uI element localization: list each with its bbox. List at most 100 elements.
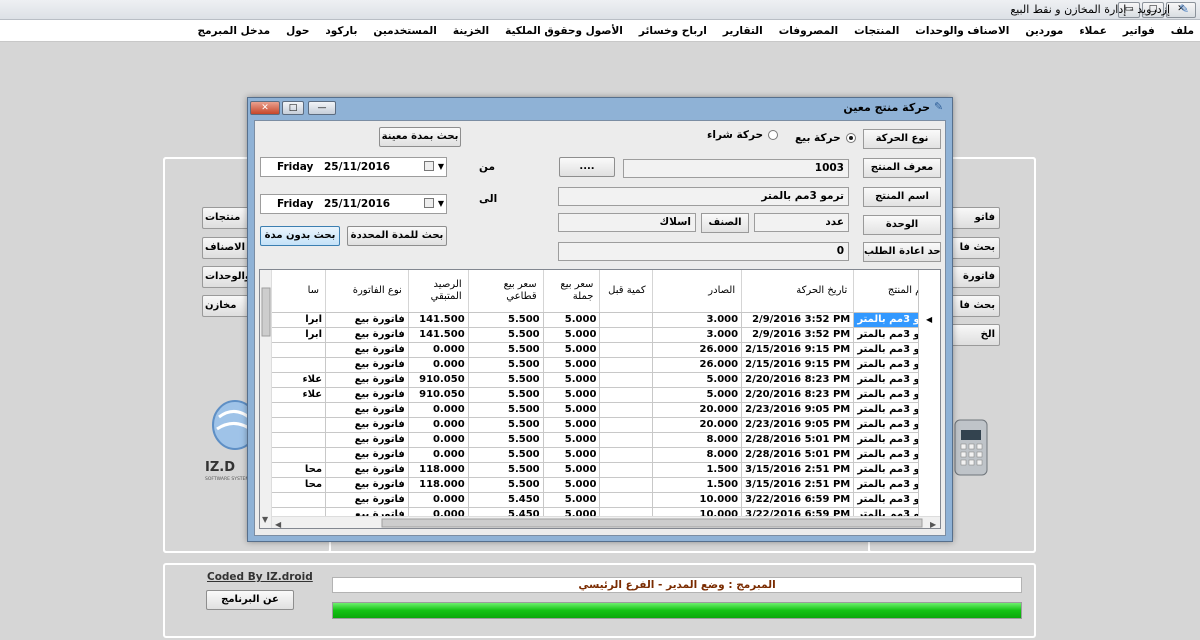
bg-right-button-1[interactable]: بحث فا xyxy=(945,237,1000,259)
cell-inv_type[interactable]: فاتورة بيع xyxy=(325,357,409,373)
cell-inv_type[interactable]: فاتورة بيع xyxy=(325,312,409,328)
cell-qty_before[interactable] xyxy=(599,372,653,388)
cell-qty_before[interactable] xyxy=(599,342,653,358)
cell-date[interactable]: 2/9/2016 3:52 PM xyxy=(741,327,855,343)
cell-wholesale[interactable]: 5.000 xyxy=(543,387,601,403)
cell-qty_before[interactable] xyxy=(599,402,653,418)
cell-balance[interactable]: 141.500 xyxy=(408,327,469,343)
cell-retail[interactable]: 5.450 xyxy=(468,492,544,508)
cell-qty_before[interactable] xyxy=(599,432,653,448)
cell-date[interactable]: 2/23/2016 9:05 PM xyxy=(741,417,855,433)
cell-balance[interactable]: 0.000 xyxy=(408,492,469,508)
search-selected-period-button[interactable]: بحث للمدة المحددة xyxy=(347,226,447,246)
cell-qty_before[interactable] xyxy=(599,327,653,343)
dialog-close-button[interactable]: ✕ xyxy=(250,101,280,115)
menu-item-0[interactable]: ملف xyxy=(1171,25,1194,37)
menu-item-11[interactable]: المستخدمين xyxy=(373,25,436,37)
cell-balance[interactable]: 0.000 xyxy=(408,432,469,448)
purchase-movement-radio[interactable]: حركة شراء xyxy=(707,129,779,141)
cell-retail[interactable]: 5.500 xyxy=(468,447,544,463)
cell-out[interactable]: 5.000 xyxy=(652,387,743,403)
cell-out[interactable]: 3.000 xyxy=(652,327,743,343)
menu-item-13[interactable]: حول xyxy=(286,25,309,37)
col-header-6[interactable]: الرصيد المتبقي xyxy=(408,270,469,313)
cell-balance[interactable]: 118.000 xyxy=(408,462,469,478)
table-row[interactable]: فاتورة بيع 0.000 5.500 5.000 8.000 2/28/2016 … xyxy=(272,432,940,448)
cell-balance[interactable]: 0.000 xyxy=(408,417,469,433)
table-row[interactable]: فاتورة بيع 0.000 5.500 5.000 20.000 2/23/2016… xyxy=(272,417,940,433)
menu-item-10[interactable]: الخزينة xyxy=(453,25,489,37)
cell-date[interactable]: 2/15/2016 9:15 PM xyxy=(741,357,855,373)
search-period-button[interactable]: بحث بمدة معينة xyxy=(379,127,461,147)
cell-qty_before[interactable] xyxy=(599,462,653,478)
cell-extra[interactable] xyxy=(284,402,327,418)
product-name-field[interactable]: ترمو 3مم بالمتر xyxy=(558,187,849,206)
table-row[interactable]: علاء فاتورة بيع 910.050 5.500 5.000 5.000 2/20… xyxy=(272,387,940,403)
cell-date[interactable]: 2/20/2016 8:23 PM xyxy=(741,372,855,388)
cell-wholesale[interactable]: 5.000 xyxy=(543,432,601,448)
bg-right-button-2[interactable]: فاتورة xyxy=(945,266,1000,288)
cell-balance[interactable]: 0.000 xyxy=(408,447,469,463)
cell-retail[interactable]: 5.500 xyxy=(468,432,544,448)
col-header-4[interactable]: سعر بيع جملة xyxy=(543,270,601,313)
table-row[interactable]: فاتورة بيع 0.000 5.450 5.000 10.000 3/22/2016… xyxy=(272,492,940,508)
reorder-limit-field[interactable]: 0 xyxy=(558,242,849,261)
menu-item-8[interactable]: ارباح وخسائر xyxy=(639,25,707,37)
cell-inv_type[interactable]: فاتورة بيع xyxy=(325,417,409,433)
cell-date[interactable]: 3/15/2016 2:51 PM xyxy=(741,477,855,493)
cell-extra[interactable] xyxy=(284,417,327,433)
table-row[interactable]: فاتورة بيع 0.000 5.500 5.000 26.000 2/15/2016… xyxy=(272,357,940,373)
menu-item-14[interactable]: مدخل المبرمج xyxy=(197,25,270,37)
cell-out[interactable]: 8.000 xyxy=(652,432,743,448)
cell-date[interactable]: 3/15/2016 2:51 PM xyxy=(741,462,855,478)
cell-extra[interactable]: محا xyxy=(284,462,327,478)
col-header-3[interactable]: كمية قبل xyxy=(599,270,653,313)
dialog-maximize-button[interactable]: □ xyxy=(282,101,304,115)
sale-movement-radio[interactable]: حركة بيع xyxy=(795,132,856,144)
cell-inv_type[interactable]: فاتورة بيع xyxy=(325,492,409,508)
cell-balance[interactable]: 0.000 xyxy=(408,342,469,358)
cell-extra[interactable] xyxy=(284,492,327,508)
cell-wholesale[interactable]: 5.000 xyxy=(543,492,601,508)
coded-by-link[interactable]: Coded By IZ.droid xyxy=(207,571,313,583)
col-header-8[interactable]: سا xyxy=(284,270,327,313)
date-to-picker[interactable]: Friday 25/11/2016 ▼ xyxy=(260,194,447,214)
cell-date[interactable]: 2/20/2016 8:23 PM xyxy=(741,387,855,403)
table-row[interactable]: ابرا فاتورة بيع 141.500 5.500 5.000 3.000 2/9/… xyxy=(272,312,940,328)
cell-out[interactable]: 26.000 xyxy=(652,342,743,358)
cell-qty_before[interactable] xyxy=(599,417,653,433)
cell-extra[interactable]: علاء xyxy=(284,372,327,388)
cell-date[interactable]: 3/22/2016 6:59 PM xyxy=(741,492,855,508)
menu-item-4[interactable]: الاصناف والوحدات xyxy=(915,25,1009,37)
menu-item-3[interactable]: موردين xyxy=(1025,25,1063,37)
cell-date[interactable]: 2/23/2016 9:05 PM xyxy=(741,402,855,418)
vertical-scrollbar[interactable]: ▼ xyxy=(260,270,272,528)
cell-inv_type[interactable]: فاتورة بيع xyxy=(325,447,409,463)
cell-wholesale[interactable]: 5.000 xyxy=(543,312,601,328)
menu-item-2[interactable]: عملاء xyxy=(1079,25,1107,37)
menu-item-1[interactable]: فواتير xyxy=(1123,25,1155,37)
cell-qty_before[interactable] xyxy=(599,387,653,403)
cell-retail[interactable]: 5.500 xyxy=(468,417,544,433)
table-row[interactable]: ابرا فاتورة بيع 141.500 5.500 5.000 3.000 2/9/… xyxy=(272,327,940,343)
cell-qty_before[interactable] xyxy=(599,447,653,463)
about-button[interactable]: عن البرنامج xyxy=(206,590,294,610)
cell-out[interactable]: 20.000 xyxy=(652,417,743,433)
cell-retail[interactable]: 5.500 xyxy=(468,312,544,328)
cell-retail[interactable]: 5.500 xyxy=(468,342,544,358)
cell-inv_type[interactable]: فاتورة بيع xyxy=(325,327,409,343)
bg-right-button-3[interactable]: بحث فا xyxy=(945,295,1000,317)
cell-balance[interactable]: 910.050 xyxy=(408,372,469,388)
cell-balance[interactable]: 141.500 xyxy=(408,312,469,328)
col-header-5[interactable]: سعر بيع قطاعي xyxy=(468,270,544,313)
cell-retail[interactable]: 5.500 xyxy=(468,477,544,493)
cell-date[interactable]: 2/28/2016 5:01 PM xyxy=(741,432,855,448)
cell-qty_before[interactable] xyxy=(599,492,653,508)
menu-item-7[interactable]: التقارير xyxy=(723,25,763,37)
bg-right-button-4[interactable]: الخ xyxy=(945,324,1000,346)
cell-qty_before[interactable] xyxy=(599,477,653,493)
cell-out[interactable]: 1.500 xyxy=(652,477,743,493)
cell-wholesale[interactable]: 5.000 xyxy=(543,402,601,418)
horizontal-scrollbar[interactable]: ◀ ▶ xyxy=(272,516,940,528)
cell-out[interactable]: 3.000 xyxy=(652,312,743,328)
